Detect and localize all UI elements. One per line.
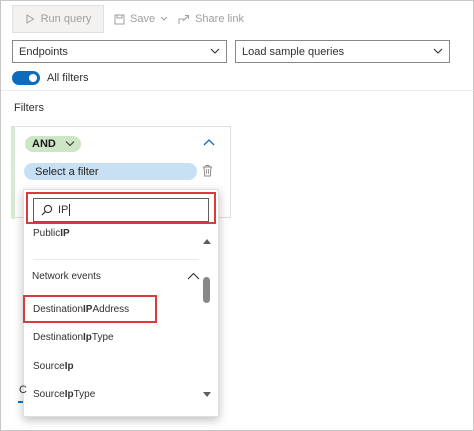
item-prefix: Destination — [33, 304, 84, 315]
section-header-network-events[interactable]: Network events — [32, 271, 101, 282]
list-item-destination-ip-type[interactable]: DestinationIpType — [33, 332, 114, 343]
scroll-down-arrow[interactable] — [202, 391, 212, 399]
run-query-button[interactable]: Run query — [12, 5, 104, 33]
list-item-source-ip[interactable]: SourceIp — [33, 361, 74, 372]
item-match: Ip — [83, 332, 92, 343]
item-match: Ip — [64, 389, 74, 400]
list-divider — [33, 259, 199, 260]
item-prefix: Source — [33, 361, 65, 372]
filters-heading: Filters — [14, 102, 44, 114]
item-suffix: Type — [73, 389, 96, 400]
share-link-label: Share link — [195, 13, 244, 25]
tab-fragment[interactable]: C — [19, 384, 27, 396]
query-builder-panel: Run query Save Share link Endpoints Load… — [0, 0, 474, 431]
endpoints-dropdown[interactable]: Endpoints — [12, 40, 227, 63]
item-match: Ip — [64, 361, 74, 372]
list-item-public-ip[interactable]: PublicIP — [33, 228, 70, 239]
item-suffix: Address — [92, 304, 130, 315]
filter-search-input[interactable]: IP — [33, 198, 209, 222]
save-label: Save — [130, 13, 156, 25]
select-filter-pill[interactable]: Select a filter — [24, 163, 197, 180]
chevron-down-icon — [160, 16, 168, 21]
item-prefix: Source — [33, 389, 65, 400]
filter-search-popup: IP PublicIP Network events DestinationIP… — [23, 189, 219, 417]
chevron-up-icon[interactable] — [187, 272, 200, 280]
share-icon — [178, 14, 190, 24]
share-link-button[interactable]: Share link — [178, 13, 244, 25]
group-accent-bar — [12, 127, 15, 219]
search-icon — [41, 204, 53, 216]
item-match: IP — [60, 228, 70, 239]
all-filters-label: All filters — [47, 72, 89, 84]
list-item-destination-ip-address[interactable]: DestinationIPAddress — [33, 304, 129, 315]
chevron-down-icon — [433, 48, 443, 54]
tab-underline — [18, 401, 23, 403]
scrollbar-thumb[interactable] — [203, 277, 210, 303]
list-item-source-ip-type[interactable]: SourceIpType — [33, 389, 95, 400]
play-icon — [26, 14, 35, 24]
operator-label: AND — [32, 138, 56, 150]
chevron-down-icon — [210, 48, 220, 54]
run-query-label: Run query — [40, 13, 92, 25]
item-prefix: Destination — [33, 332, 84, 343]
sample-queries-dropdown[interactable]: Load sample queries — [235, 40, 450, 63]
text-caret — [69, 204, 71, 216]
all-filters-toggle[interactable] — [12, 71, 40, 85]
toolbar: Run query Save Share link — [12, 5, 244, 33]
section-divider — [1, 90, 474, 91]
item-prefix: Public — [33, 228, 61, 239]
item-suffix: Type — [91, 332, 114, 343]
trash-icon[interactable] — [202, 164, 213, 177]
toggle-knob — [29, 74, 37, 82]
chevron-up-icon[interactable] — [203, 138, 215, 146]
scroll-up-arrow[interactable] — [202, 237, 212, 245]
save-button[interactable]: Save — [114, 13, 168, 25]
save-icon — [114, 14, 125, 24]
and-operator-dropdown[interactable]: AND — [25, 136, 81, 152]
search-value: IP — [58, 204, 69, 216]
all-filters-toggle-row: All filters — [12, 70, 89, 86]
chevron-down-icon — [65, 141, 75, 147]
endpoints-dropdown-value: Endpoints — [19, 45, 68, 58]
sample-queries-dropdown-value: Load sample queries — [242, 45, 345, 58]
select-filter-label: Select a filter — [35, 165, 99, 178]
